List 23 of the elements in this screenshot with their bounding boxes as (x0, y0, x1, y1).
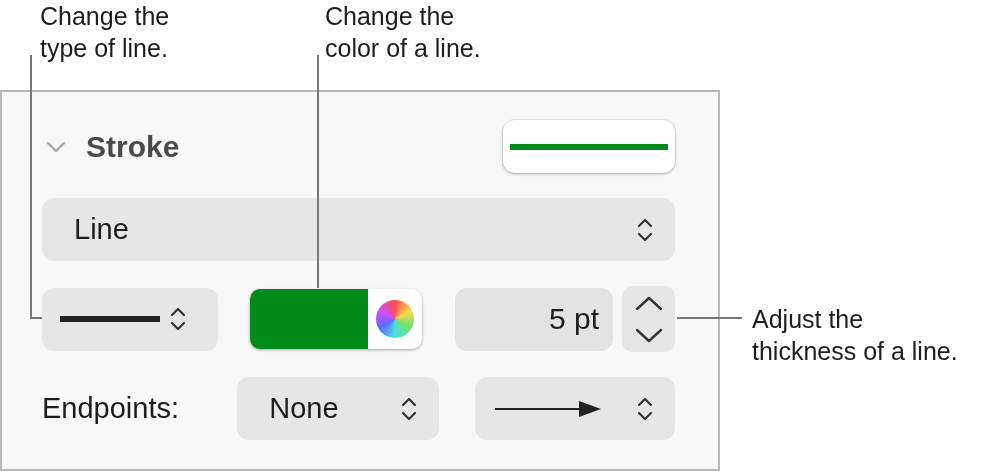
up-down-icon (400, 395, 417, 422)
stepper[interactable] (622, 286, 675, 352)
section-title: Stroke (86, 129, 180, 164)
end-endpoint-popup[interactable] (474, 377, 675, 440)
up-down-icon (637, 395, 653, 422)
callout-text: Adjust the thickness of a line. (752, 304, 958, 367)
up-down-icon (170, 306, 186, 332)
down-icon[interactable] (633, 327, 664, 344)
line-preview-icon (510, 142, 668, 151)
start-endpoint-popup[interactable]: None (237, 377, 439, 440)
stroke-preview-button[interactable] (503, 120, 675, 173)
color-wheel-icon[interactable] (376, 300, 414, 338)
callout-text: Change the type of line. (40, 1, 170, 64)
color-well[interactable] (250, 289, 422, 349)
stroke-type-popup[interactable]: Line (42, 198, 675, 261)
callout-text: Change the color of a line. (325, 1, 481, 64)
thickness-field[interactable]: 5 pt (455, 287, 613, 351)
leader-line (676, 317, 743, 319)
up-down-icon (637, 216, 653, 243)
line-style-popup[interactable] (42, 287, 218, 351)
arrow-icon (494, 398, 603, 419)
up-icon[interactable] (633, 294, 664, 311)
endpoints-label: Endpoints: (42, 392, 181, 425)
